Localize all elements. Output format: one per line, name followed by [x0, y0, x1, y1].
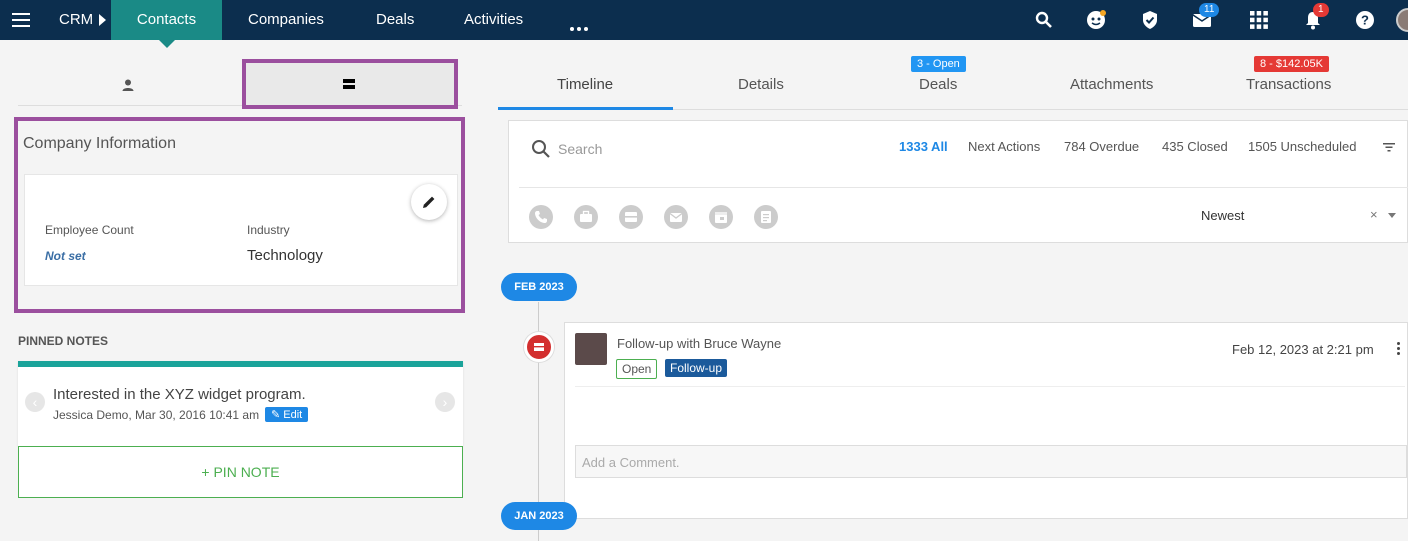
nav-tab-deals[interactable]: Deals	[376, 0, 414, 40]
apps-grid-icon[interactable]	[1249, 10, 1269, 30]
employee-count-label: Employee Count	[45, 223, 134, 237]
more-vertical-icon[interactable]	[1397, 342, 1401, 355]
top-nav-bar: CRM Contacts Companies Deals Activities …	[0, 0, 1408, 48]
company-tab[interactable]	[242, 59, 458, 109]
edit-note-button[interactable]: ✎ Edit	[265, 407, 309, 422]
edit-note-label: Edit	[283, 409, 303, 421]
help-icon[interactable]: ?	[1355, 10, 1375, 30]
calendar-icon[interactable]	[709, 205, 733, 229]
event-type-icon	[524, 332, 554, 362]
search-input[interactable]: Search	[558, 141, 602, 157]
filter-next-actions[interactable]: Next Actions	[968, 139, 1040, 154]
edit-company-button[interactable]	[411, 184, 447, 220]
sort-select[interactable]: Newest	[1201, 208, 1244, 223]
company-info-card: Employee Count Not set Industry Technolo…	[24, 174, 458, 286]
message-icon[interactable]	[619, 205, 643, 229]
timeline-event-card[interactable]: Follow-up with Bruce Wayne Open Follow-u…	[564, 322, 1408, 519]
note-meta: Jessica Demo, Mar 30, 2016 10:41 am	[53, 408, 260, 422]
transactions-badge: 8 - $142.05K	[1254, 56, 1329, 72]
clear-sort-icon[interactable]: ×	[1370, 207, 1378, 222]
company-info-title: Company Information	[23, 135, 176, 152]
filter-overdue[interactable]: 784 Overdue	[1064, 139, 1139, 154]
chevron-right-icon	[99, 14, 106, 26]
date-group-jan-2023: JAN 2023	[501, 502, 577, 530]
pencil-icon	[423, 196, 435, 208]
nav-tab-contacts[interactable]: Contacts	[111, 0, 222, 48]
briefcase-icon[interactable]	[574, 205, 598, 229]
svg-text:?: ?	[1361, 13, 1369, 28]
industry-value[interactable]: Technology	[247, 247, 323, 264]
comment-input[interactable]: Add a Comment.	[575, 445, 1407, 478]
filter-unscheduled[interactable]: 1505 Unscheduled	[1248, 139, 1356, 154]
user-avatar[interactable]	[1396, 8, 1408, 32]
caret-down-icon[interactable]	[1388, 213, 1396, 218]
employee-count-value[interactable]: Not set	[45, 249, 86, 263]
filter-icon[interactable]	[1383, 142, 1395, 152]
search-icon[interactable]	[1034, 10, 1054, 30]
tab-timeline[interactable]: Timeline	[557, 76, 613, 93]
filter-all[interactable]: 1333 All	[899, 139, 948, 154]
assistant-icon[interactable]	[1085, 9, 1107, 31]
record-tabs: Timeline Details Deals 3 - Open Attachme…	[498, 40, 1408, 110]
company-icon	[343, 79, 355, 89]
type-badge: Follow-up	[665, 359, 728, 377]
pencil-icon: ✎	[271, 409, 284, 421]
event-date: Feb 12, 2023 at 2:21 pm	[1232, 342, 1374, 357]
timeline-filter-panel: Search 1333 All Next Actions 784 Overdue…	[508, 120, 1408, 243]
date-group-feb-2023: FEB 2023	[501, 273, 577, 301]
nav-tab-companies[interactable]: Companies	[248, 0, 324, 40]
search-icon	[532, 140, 550, 158]
tab-transactions[interactable]: Transactions	[1246, 76, 1331, 93]
divider	[519, 187, 1408, 188]
pinned-note-card: ‹ › Interested in the XYZ widget program…	[18, 361, 463, 446]
avatar	[575, 333, 607, 365]
tab-details[interactable]: Details	[738, 76, 784, 93]
person-icon[interactable]	[121, 78, 135, 92]
status-badge: Open	[616, 359, 658, 379]
phone-icon[interactable]	[529, 205, 553, 229]
nav-tab-activities[interactable]: Activities	[464, 0, 523, 40]
more-icon[interactable]	[570, 18, 591, 36]
chevron-right-icon[interactable]: ›	[435, 392, 455, 412]
industry-label: Industry	[247, 223, 290, 237]
filter-closed[interactable]: 435 Closed	[1162, 139, 1228, 154]
email-icon[interactable]	[664, 205, 688, 229]
tab-attachments[interactable]: Attachments	[1070, 76, 1153, 93]
mail-count-badge: 11	[1199, 3, 1220, 17]
divider	[575, 386, 1405, 387]
notification-count-badge: 1	[1313, 3, 1329, 17]
chevron-left-icon[interactable]: ‹	[25, 392, 45, 412]
right-panel: Timeline Details Deals 3 - Open Attachme…	[498, 40, 1408, 541]
notes-icon[interactable]	[754, 205, 778, 229]
active-tab-underline	[498, 107, 673, 110]
deals-open-badge: 3 - Open	[911, 56, 966, 72]
pinned-notes-heading: PINNED NOTES	[18, 334, 109, 348]
left-panel: Company Information Employee Count Not s…	[0, 40, 480, 541]
menu-icon[interactable]	[12, 13, 30, 27]
app-name[interactable]: CRM	[59, 11, 93, 28]
event-title[interactable]: Follow-up with Bruce Wayne	[617, 336, 781, 351]
shield-icon[interactable]	[1140, 10, 1160, 30]
note-text: Interested in the XYZ widget program.	[53, 386, 306, 403]
tab-deals[interactable]: Deals	[919, 76, 957, 93]
pin-note-button[interactable]: + PIN NOTE	[18, 446, 463, 498]
